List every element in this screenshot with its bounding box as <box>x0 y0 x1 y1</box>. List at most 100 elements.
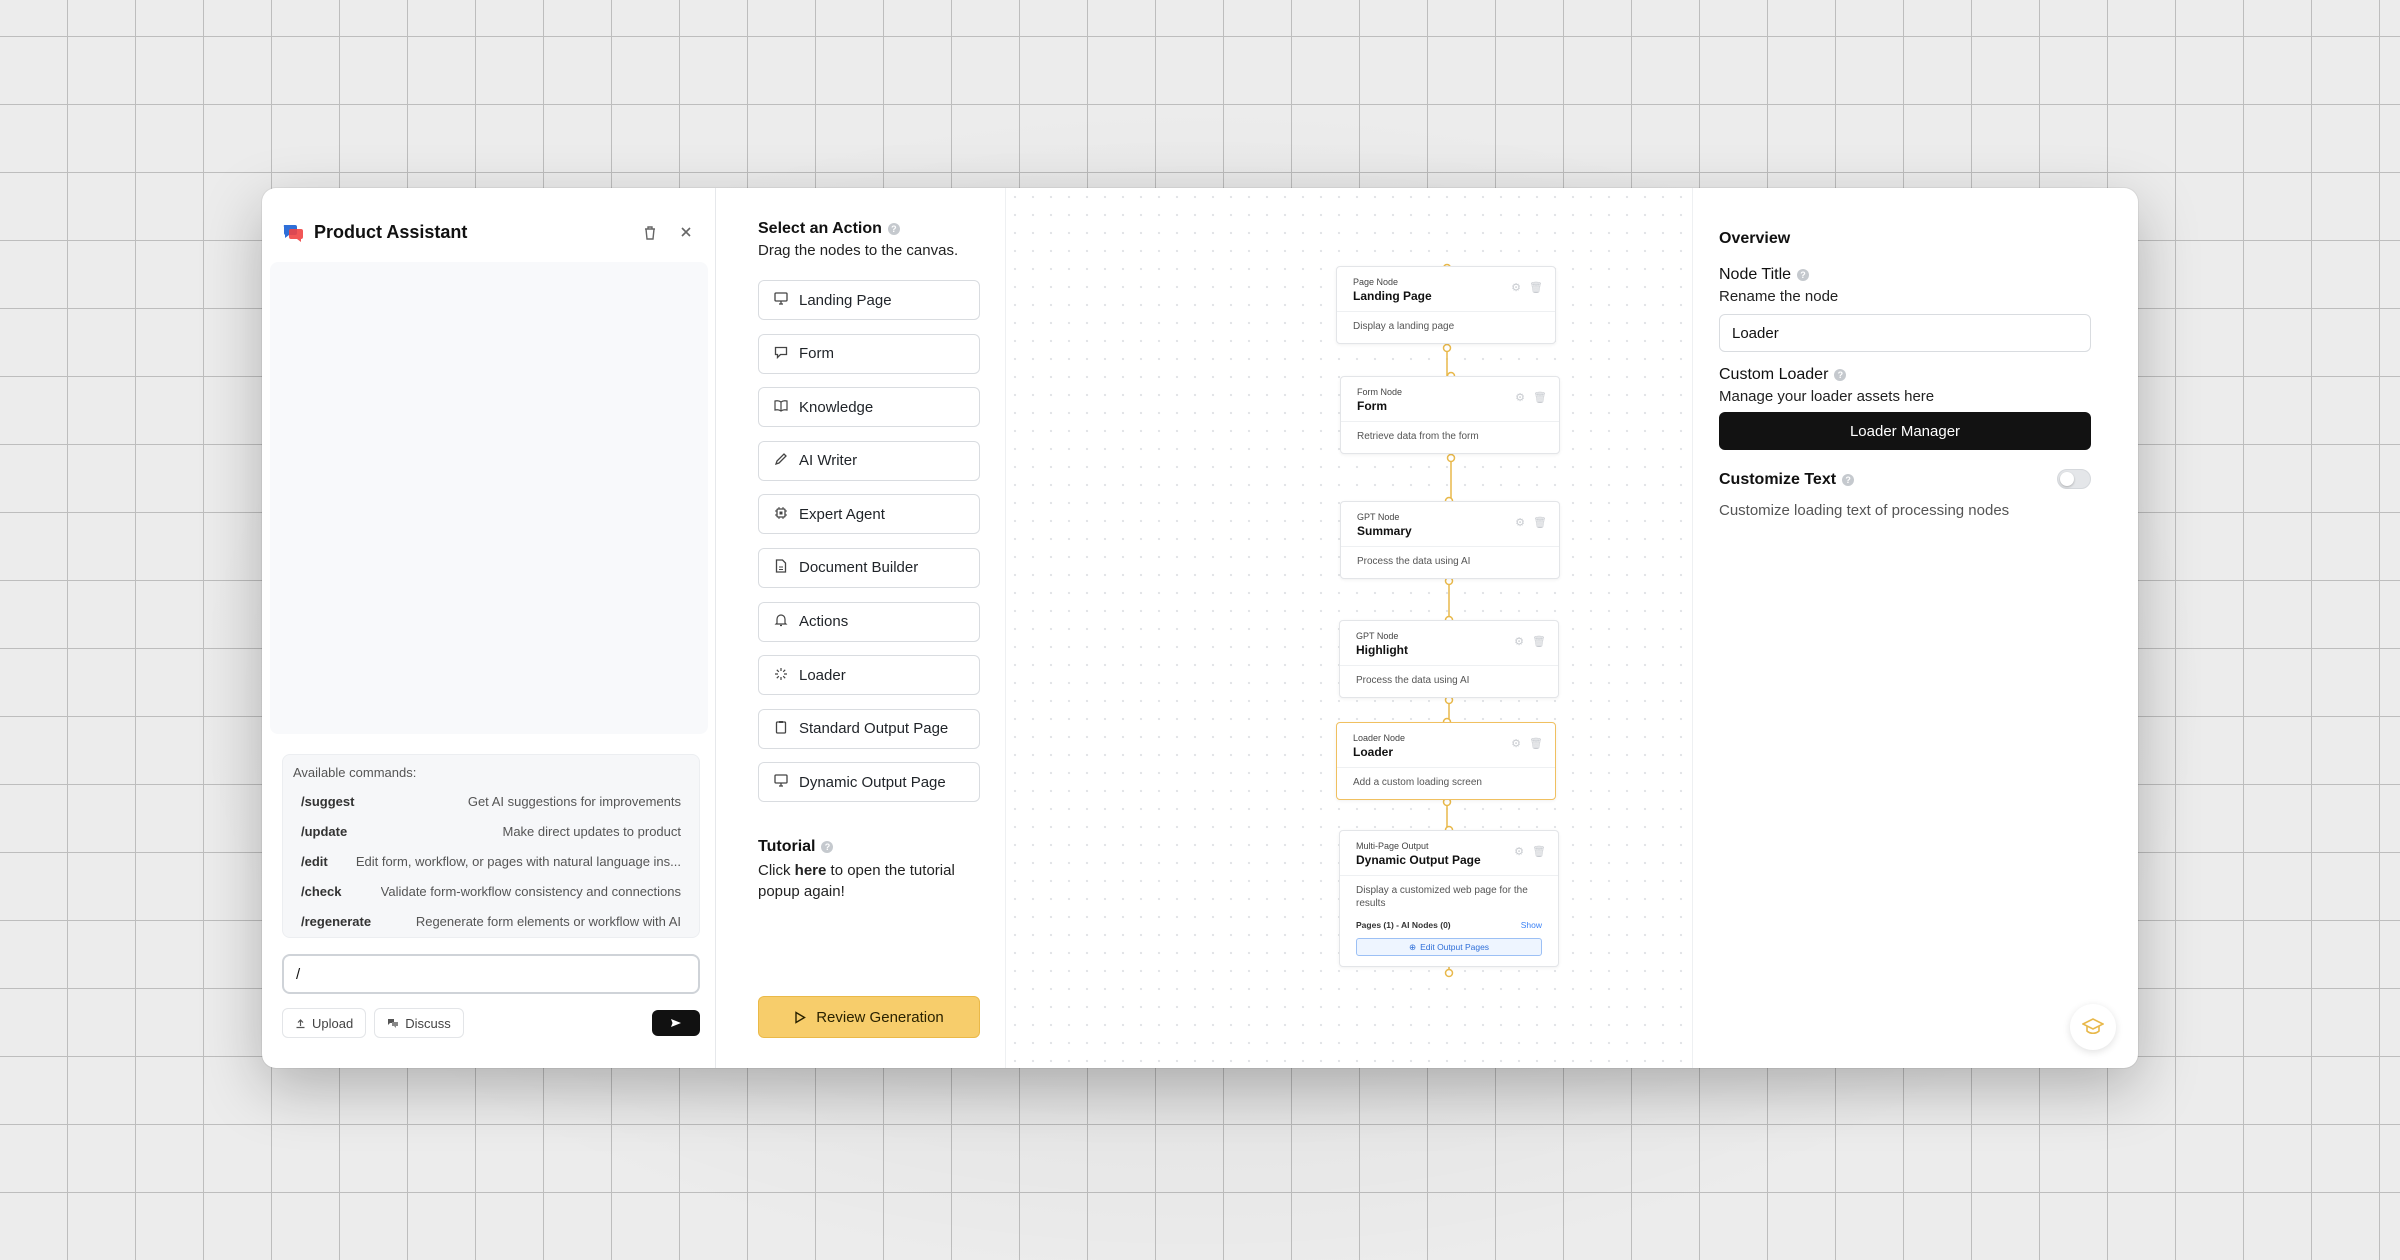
action-actions[interactable]: Actions <box>758 601 980 642</box>
monitor-icon <box>773 292 789 308</box>
assistant-header: Product Assistant <box>282 218 695 246</box>
node-desc: Display a landing page <box>1353 321 1455 332</box>
action-knowledge[interactable]: Knowledge <box>758 387 980 428</box>
node-summary[interactable]: GPT Node Summary ⚙ 🗑 Process the data usi… <box>1340 501 1560 579</box>
action-loader[interactable]: Loader <box>758 655 980 696</box>
help-icon[interactable]: ? <box>1842 474 1855 486</box>
command-item[interactable]: /regenerate Regenerate form elements or … <box>293 906 689 936</box>
command-name: /update <box>301 823 348 839</box>
node-title-label: Node Title ? <box>1719 266 1810 284</box>
action-list: Landing Page Form Knowledge AI Writer Ex… <box>758 280 980 816</box>
action-label: Standard Output Page <box>799 720 949 738</box>
monitor-icon <box>773 774 789 790</box>
trash-icon[interactable] <box>641 223 659 241</box>
action-label: Dynamic Output Page <box>799 773 946 791</box>
discuss-button[interactable]: Discuss <box>374 1008 464 1038</box>
help-icon[interactable]: ? <box>1797 269 1810 281</box>
upload-button[interactable]: Upload <box>282 1008 367 1038</box>
help-icon[interactable]: ? <box>887 223 900 235</box>
trash-icon[interactable]: 🗑 <box>1529 737 1543 750</box>
custom-loader-sub: Manage your loader assets here <box>1719 388 1935 405</box>
node-title-input[interactable] <box>1719 314 2091 352</box>
help-icon[interactable]: ? <box>1834 369 1847 381</box>
command-desc: Get AI suggestions for improvements <box>467 793 681 809</box>
settings-icon[interactable]: ⚙ <box>1514 635 1524 648</box>
settings-icon[interactable]: ⚙ <box>1511 737 1521 750</box>
workflow-canvas[interactable]: Page Node Landing Page ⚙ 🗑 Display a land… <box>1006 188 1692 1068</box>
action-dynamic-output-page[interactable]: Dynamic Output Page <box>758 762 980 803</box>
loader-manager-button[interactable]: Loader Manager <box>1719 412 2091 450</box>
command-desc: Edit form, workflow, or pages with natur… <box>355 853 681 869</box>
clipboard-icon <box>773 720 789 737</box>
node-desc: Add a custom loading screen <box>1353 777 1482 788</box>
node-desc: Process the data using AI <box>1356 675 1470 686</box>
overview-title: Overview <box>1719 230 1791 247</box>
settings-icon[interactable]: ⚙ <box>1515 516 1525 529</box>
trash-icon[interactable]: 🗑 <box>1529 281 1543 294</box>
action-label: Landing Page <box>799 291 892 309</box>
action-label: Form <box>799 345 834 363</box>
edit-output-pages-label: Edit Output Pages <box>1420 942 1490 952</box>
chat-history <box>270 262 708 734</box>
edit-output-pages-button[interactable]: ⊕ Edit Output Pages <box>1356 938 1542 956</box>
command-desc: Validate form-workflow consistency and c… <box>380 883 681 899</box>
node-landing-page[interactable]: Page Node Landing Page ⚙ 🗑 Display a land… <box>1336 266 1556 344</box>
show-link[interactable]: Show <box>1521 920 1542 930</box>
settings-icon[interactable]: ⚙ <box>1514 845 1524 858</box>
send-button[interactable] <box>652 1010 700 1036</box>
command-desc: Make direct updates to product <box>502 823 682 839</box>
tutorial-title: Tutorial ? <box>758 838 834 856</box>
custom-loader-label-text: Custom Loader <box>1719 366 1829 383</box>
graduation-cap-icon[interactable] <box>2070 1004 2116 1050</box>
assistant-panel: Product Assistant Available commands: /s… <box>262 188 716 1068</box>
customize-text-toggle[interactable] <box>2057 469 2091 489</box>
book-icon <box>773 399 789 415</box>
command-item[interactable]: /suggest Get AI suggestions for improvem… <box>293 786 689 816</box>
message-icon <box>773 346 789 362</box>
node-highlight[interactable]: GPT Node Highlight ⚙ 🗑 Process the data u… <box>1339 620 1559 698</box>
overview-panel: Overview Node Title ? Rename the node Cu… <box>1692 188 2138 1068</box>
action-standard-output-page[interactable]: Standard Output Page <box>758 708 980 749</box>
palette-title: Select an Action ? <box>758 220 900 238</box>
action-label: AI Writer <box>799 452 858 470</box>
tutorial-pre: Click <box>758 862 795 879</box>
action-landing-page[interactable]: Landing Page <box>758 280 980 320</box>
custom-loader-label: Custom Loader ? <box>1719 366 1847 384</box>
commands-box: Available commands: /suggest Get AI sugg… <box>282 754 700 938</box>
chat-input[interactable] <box>282 954 700 994</box>
command-name: /edit <box>301 853 328 869</box>
command-item[interactable]: /edit Edit form, workflow, or pages with… <box>293 846 689 876</box>
assistant-footer: Upload Discuss <box>282 1008 700 1038</box>
action-document-builder[interactable]: Document Builder <box>758 547 980 588</box>
upload-label: Upload <box>312 1015 354 1031</box>
trash-icon[interactable]: 🗑 <box>1532 635 1546 648</box>
node-desc: Process the data using AI <box>1357 556 1471 567</box>
node-loader[interactable]: Loader Node Loader ⚙ 🗑 Add a custom loadi… <box>1336 722 1556 800</box>
close-icon[interactable] <box>677 223 695 241</box>
action-label: Document Builder <box>799 559 919 577</box>
tutorial-link[interactable]: here <box>795 862 827 879</box>
node-form[interactable]: Form Node Form ⚙ 🗑 Retrieve data from the… <box>1340 376 1560 454</box>
action-form[interactable]: Form <box>758 333 980 374</box>
pen-icon <box>773 452 789 469</box>
settings-icon[interactable]: ⚙ <box>1511 281 1521 294</box>
help-icon[interactable]: ? <box>821 841 834 853</box>
command-item[interactable]: /update Make direct updates to product <box>293 816 689 846</box>
node-pages-count: Pages (1) - AI Nodes (0) <box>1356 920 1451 930</box>
palette-subtitle: Drag the nodes to the canvas. <box>758 242 959 259</box>
palette-title-text: Select an Action <box>758 220 882 237</box>
action-expert-agent[interactable]: Expert Agent <box>758 494 980 535</box>
settings-icon[interactable]: ⚙ <box>1515 391 1525 404</box>
action-label: Knowledge <box>799 398 874 416</box>
trash-icon[interactable]: 🗑 <box>1533 516 1547 529</box>
command-item[interactable]: /check Validate form-workflow consistenc… <box>293 876 689 906</box>
trash-icon[interactable]: 🗑 <box>1533 391 1547 404</box>
node-dynamic-output-page[interactable]: Multi-Page Output Dynamic Output Page ⚙ 🗑… <box>1339 830 1559 967</box>
trash-icon[interactable]: 🗑 <box>1532 845 1546 858</box>
spinner-icon <box>773 667 789 684</box>
command-name: /suggest <box>301 793 355 809</box>
bell-icon <box>773 613 789 630</box>
play-icon <box>795 1010 807 1024</box>
review-generation-button[interactable]: Review Generation <box>758 996 980 1038</box>
action-ai-writer[interactable]: AI Writer <box>758 440 980 481</box>
